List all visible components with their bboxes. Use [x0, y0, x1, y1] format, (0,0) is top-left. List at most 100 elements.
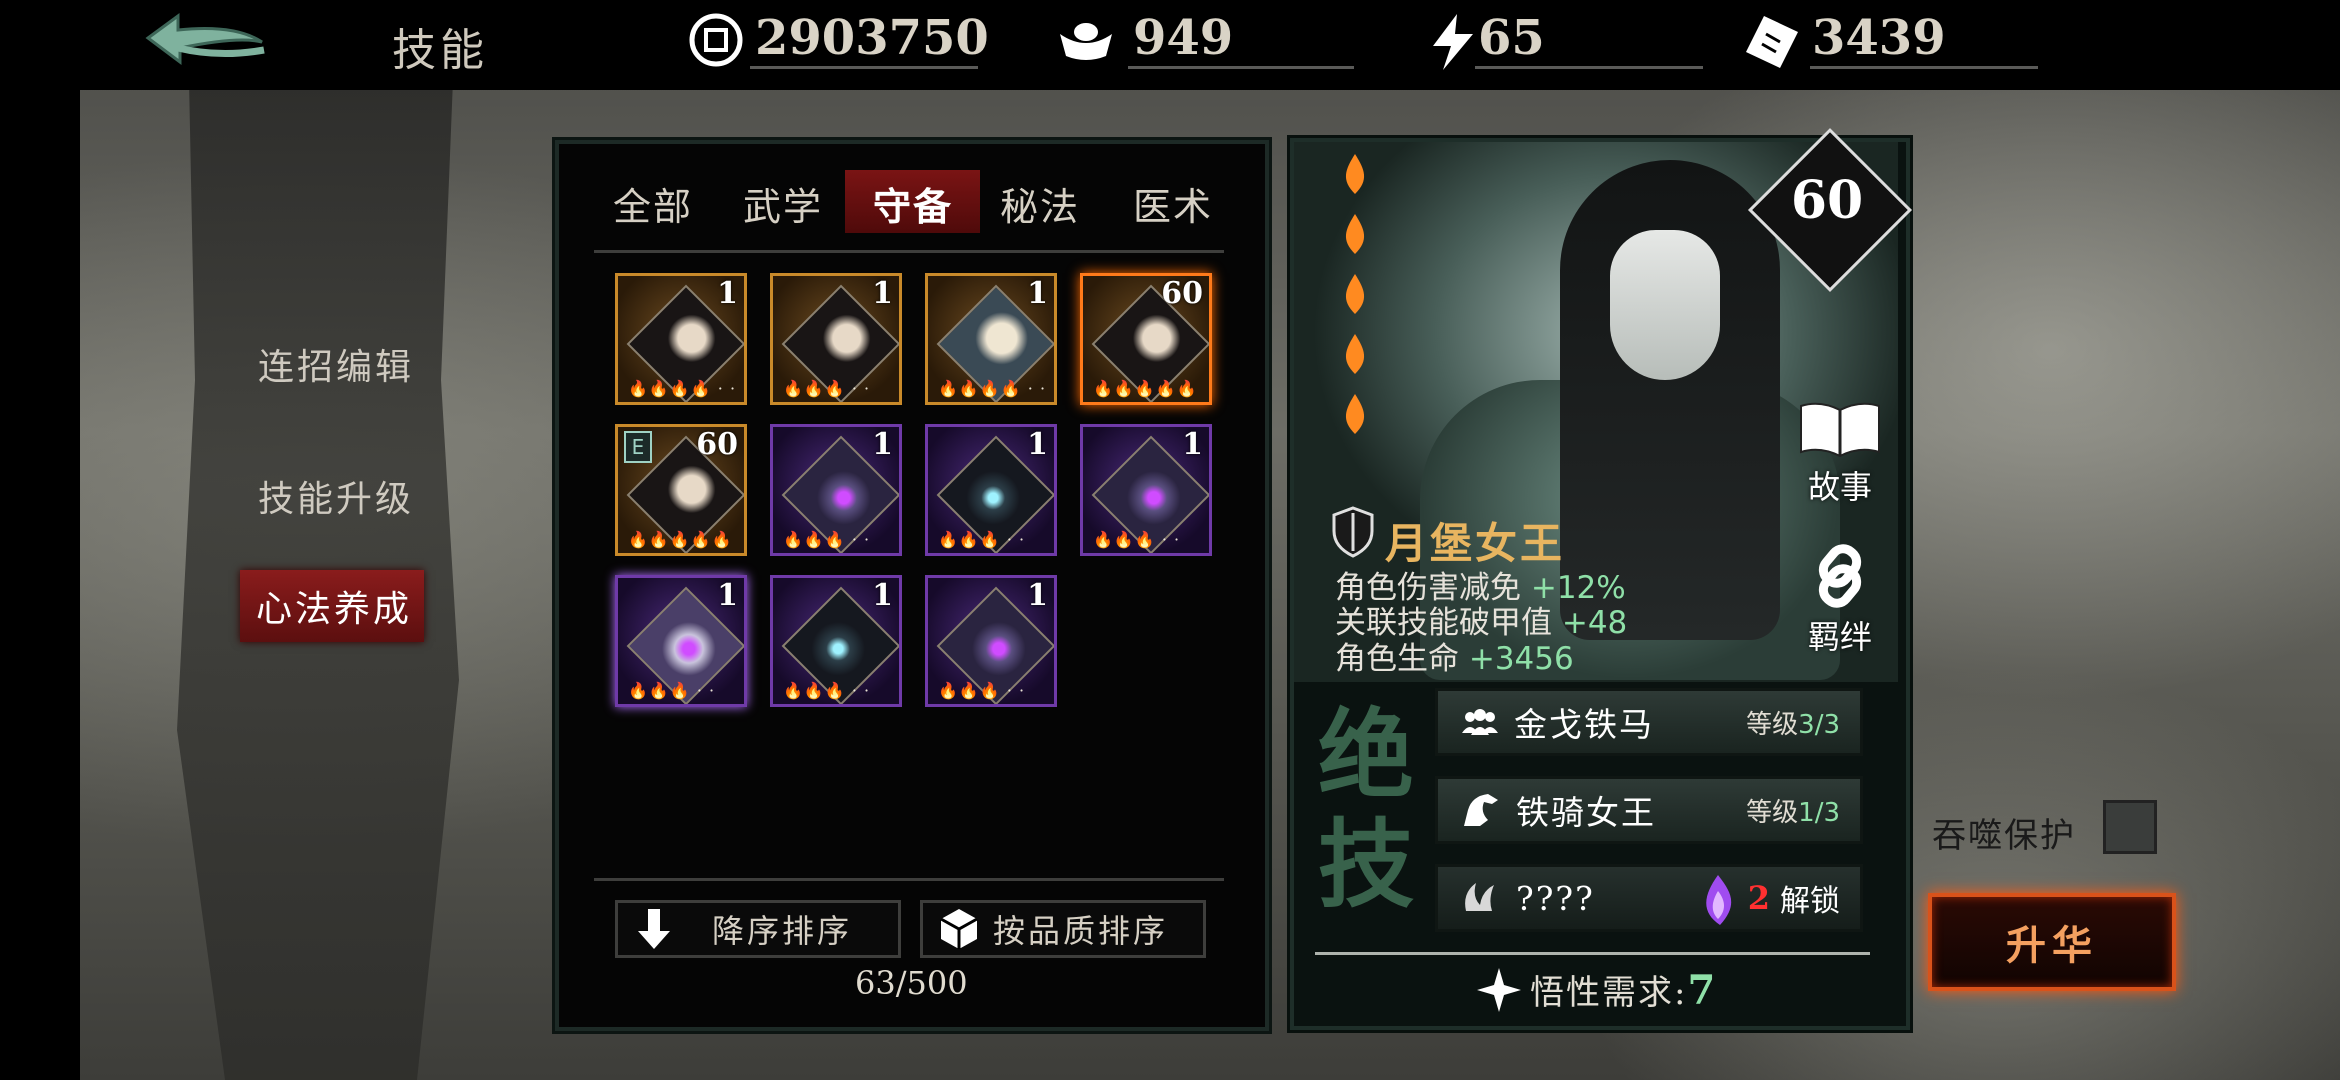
purple-flame-icon [1696, 873, 1740, 927]
skill-card[interactable]: 1 🔥🔥🔥🔥 · · [925, 273, 1057, 405]
story-button[interactable]: 故事 [1795, 398, 1885, 508]
skill-card[interactable]: 1 🔥🔥🔥 · · [770, 575, 902, 707]
coin-icon [688, 12, 744, 68]
unlock-count: 2 [1747, 879, 1770, 917]
detail-divider [1315, 952, 1870, 955]
equipped-badge: E [624, 431, 652, 463]
card-level: 1 [872, 427, 893, 462]
ticket-value: 3439 [1812, 10, 1946, 66]
bond-button[interactable]: 羁绊 [1795, 544, 1885, 658]
tabs-divider [594, 250, 1224, 253]
ability-level: 等级3/3 [1746, 709, 1840, 740]
unlock-label: 解锁 [1780, 884, 1840, 919]
book-icon [1800, 402, 1880, 458]
skill-card[interactable]: 1 🔥🔥🔥 · · [770, 273, 902, 405]
swallow-protect-label: 吞噬保护 [1932, 816, 2076, 856]
card-flames: 🔥🔥🔥 · · [1093, 530, 1181, 549]
menu-combo-edit[interactable]: 连招编辑 [258, 338, 414, 390]
left-edge [0, 0, 80, 1080]
card-level: 1 [1027, 427, 1048, 462]
card-level: 1 [717, 578, 738, 613]
ability-name: ???? [1516, 878, 1595, 918]
ability-row[interactable]: 铁骑女王 等级1/3 [1435, 776, 1863, 844]
chain-link-icon [1818, 544, 1862, 608]
energy-value: 65 [1478, 10, 1545, 66]
horse-icon [1464, 794, 1498, 826]
requirement-value: 7 [1687, 967, 1718, 1014]
ability-level: 等级1/3 [1746, 797, 1840, 828]
skill-card[interactable]: E 60 🔥🔥🔥🔥🔥 [615, 424, 747, 556]
card-level: 1 [1027, 276, 1048, 311]
card-flames: 🔥🔥🔥🔥 · · [938, 379, 1047, 398]
skill-card-selected[interactable]: 60 🔥🔥🔥🔥🔥 [1080, 273, 1212, 405]
card-level: 1 [717, 276, 738, 311]
ascend-button[interactable]: 升华 [1928, 893, 2176, 991]
coin-value: 2903750 [755, 10, 989, 66]
skill-count: 63/500 [855, 964, 968, 1002]
cube-icon [940, 909, 978, 949]
card-flames: 🔥🔥🔥 · · [783, 530, 871, 549]
down-arrow-icon [638, 909, 670, 949]
card-level: 1 [1182, 427, 1203, 462]
sort-descending-button[interactable]: 降序排序 [615, 900, 901, 958]
skill-card[interactable]: 1 🔥🔥🔥 · · [925, 575, 1057, 707]
skill-card[interactable]: 1 🔥🔥🔥 · · [770, 424, 902, 556]
stat-line: 角色生命 +3456 [1335, 633, 1574, 678]
card-level: 1 [872, 276, 893, 311]
ability-name: 铁骑女王 [1516, 793, 1656, 832]
back-button[interactable] [140, 12, 270, 72]
flame-icon [1345, 154, 1365, 434]
shield-icon [1330, 505, 1376, 563]
energy-underline [1475, 66, 1703, 69]
swallow-protect-checkbox[interactable] [2103, 800, 2157, 854]
card-level: 60 [696, 427, 738, 462]
skill-card[interactable]: 1 🔥🔥🔥 · · [615, 575, 747, 707]
sort-quality-button[interactable]: 按品质排序 [920, 900, 1206, 958]
ticket-icon [1742, 12, 1798, 68]
skill-card[interactable]: 1 🔥🔥🔥 · · [925, 424, 1057, 556]
card-flames: 🔥🔥🔥 · · [783, 681, 871, 700]
card-level: 1 [872, 578, 893, 613]
coin-underline [750, 66, 978, 69]
card-flames: 🔥🔥🔥🔥🔥 [628, 530, 733, 549]
star-flames-column [1335, 150, 1375, 454]
level-badge-value: 60 [1790, 170, 1864, 231]
ingot-underline [1128, 66, 1354, 69]
character-face [1610, 230, 1720, 380]
page-title: 技能 [392, 25, 488, 76]
card-flames: 🔥🔥🔥🔥 · · [628, 379, 737, 398]
silver-ingot-icon [1056, 12, 1112, 68]
tab-secret[interactable]: 秘法 [1000, 176, 1080, 231]
skill-card[interactable]: 1 🔥🔥🔥 · · [1080, 424, 1212, 556]
ability-row-locked[interactable]: ???? 2 解锁 [1435, 864, 1863, 932]
sort-quality-label: 按品质排序 [993, 912, 1169, 950]
back-arrow-icon [145, 13, 265, 65]
lightning-icon [1425, 12, 1481, 70]
list-bottom-divider [594, 878, 1224, 881]
card-level: 1 [1027, 578, 1048, 613]
card-level: 60 [1161, 276, 1203, 311]
card-flames: 🔥🔥🔥 · · [938, 681, 1026, 700]
menu-skill-upgrade[interactable]: 技能升级 [258, 470, 414, 522]
card-flames: 🔥🔥🔥 · · [783, 379, 871, 398]
ticket-underline [1810, 66, 2038, 69]
sort-descending-label: 降序排序 [712, 912, 853, 950]
group-icon [1462, 709, 1498, 735]
tab-martial[interactable]: 武学 [743, 176, 823, 231]
requirement-label: 悟性需求: [1530, 973, 1688, 1013]
ability-name: 金戈铁马 [1514, 705, 1654, 744]
story-label: 故事 [1807, 468, 1872, 506]
stat-value: +3456 [1468, 641, 1574, 677]
tab-all[interactable]: 全部 [613, 176, 693, 231]
tab-medicine[interactable]: 医术 [1133, 176, 1213, 231]
menu-mind-cultivation[interactable]: 心法养成 [256, 580, 412, 632]
ultimate-section-title: 绝技 [1318, 698, 1414, 921]
bond-label: 羁绊 [1807, 618, 1872, 656]
insight-icon [1475, 966, 1523, 1018]
ability-row[interactable]: 金戈铁马 等级3/3 [1435, 688, 1863, 756]
card-flames: 🔥🔥🔥 · · [938, 530, 1026, 549]
card-flames: 🔥🔥🔥 · · [628, 681, 716, 700]
claw-icon [1465, 883, 1494, 911]
tab-defense[interactable]: 守备 [873, 176, 953, 231]
skill-card[interactable]: 1 🔥🔥🔥🔥 · · [615, 273, 747, 405]
